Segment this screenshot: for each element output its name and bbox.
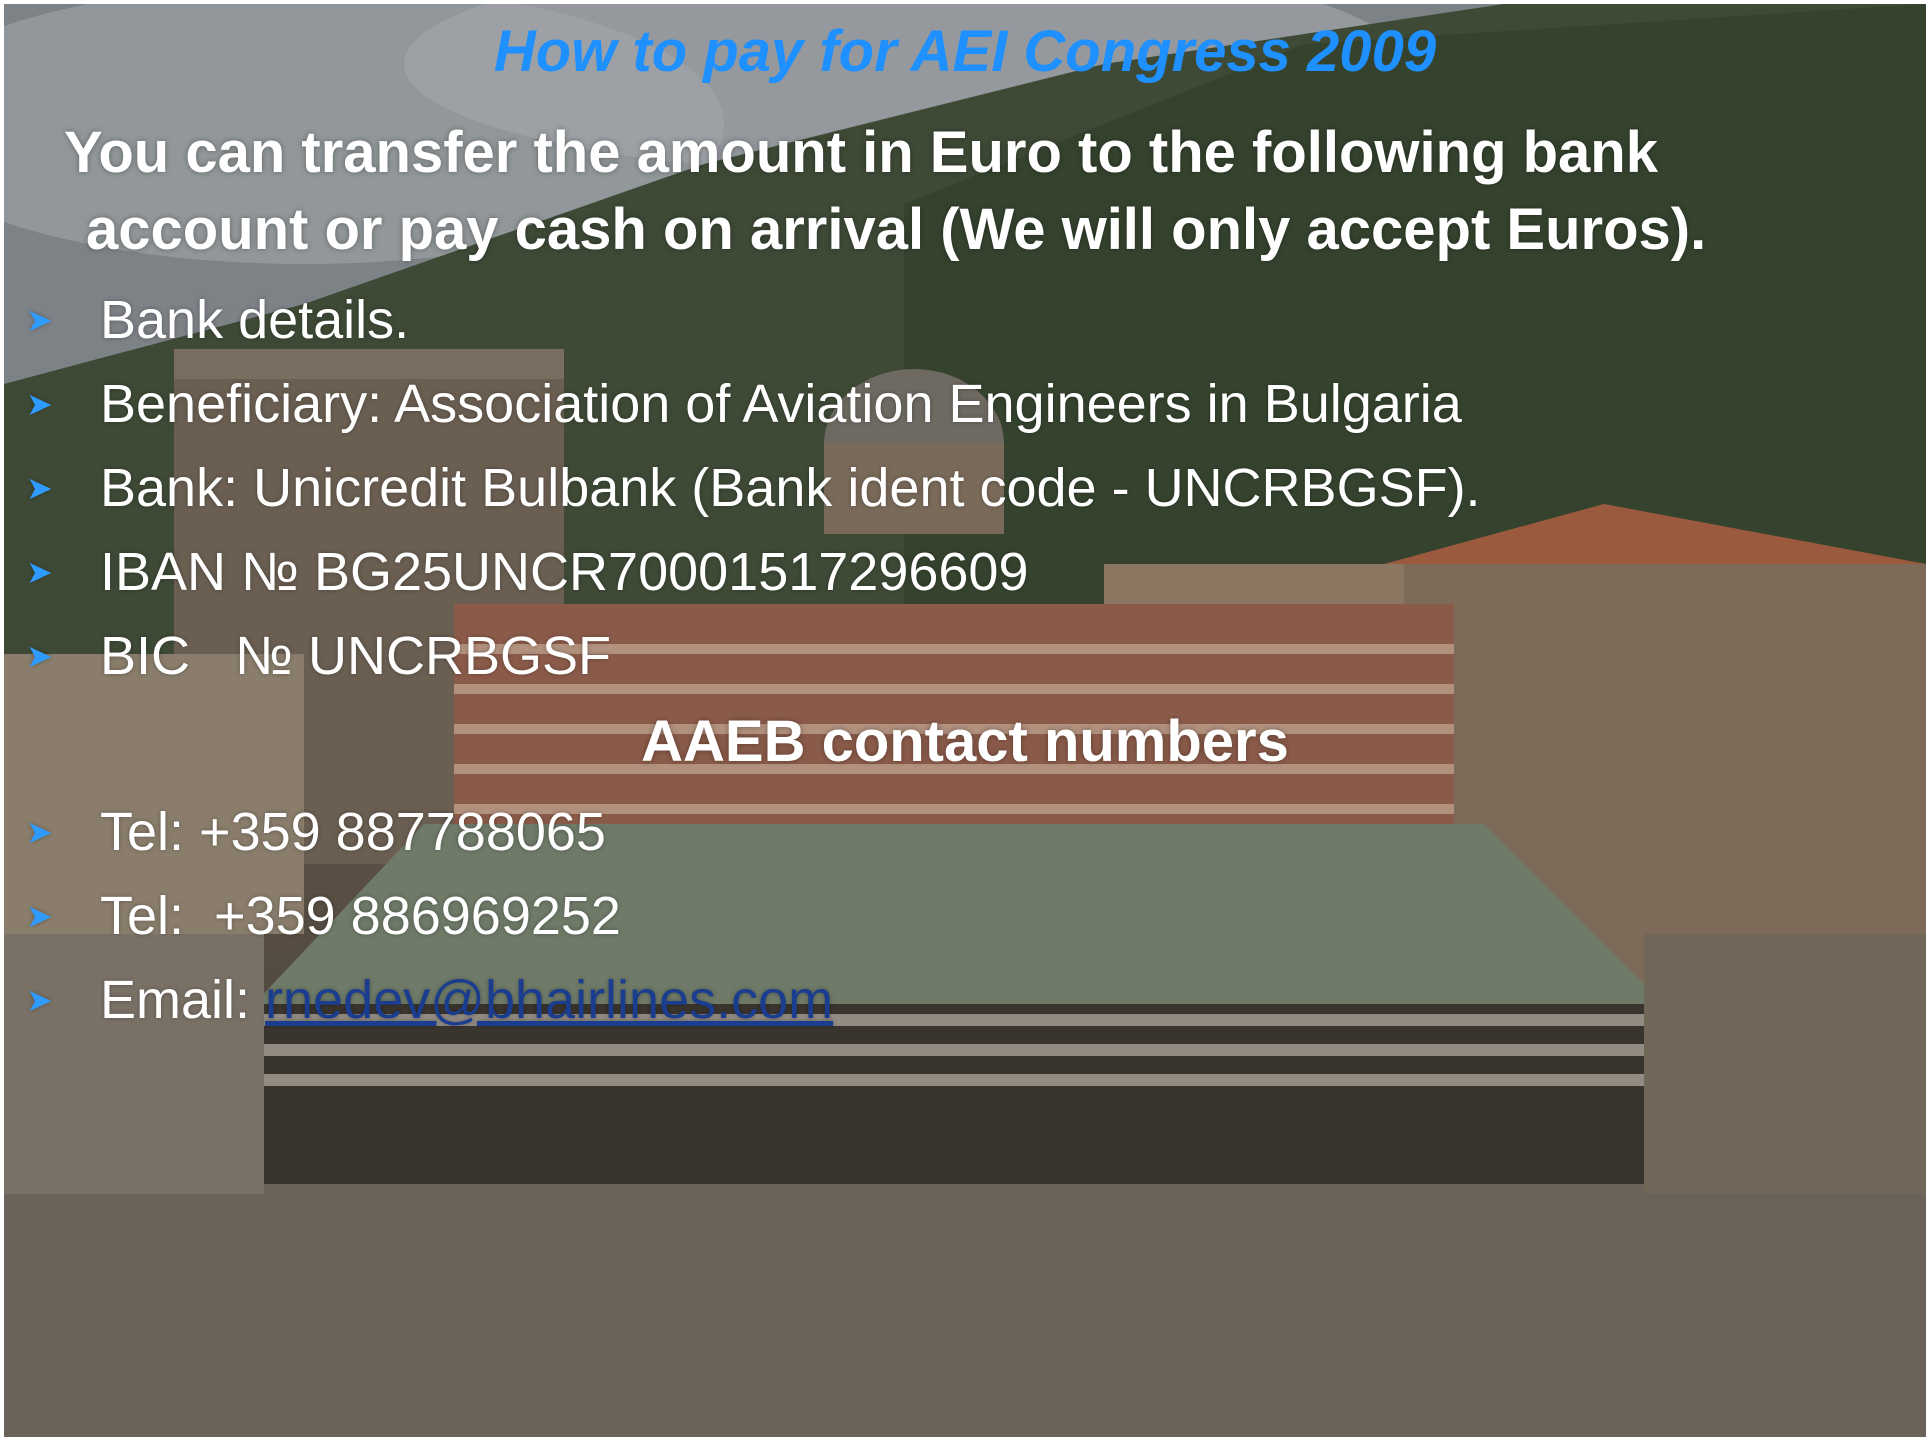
bullet-bank-details: ➤ Bank details. — [26, 288, 409, 356]
arrow-bullet-icon: ➤ — [26, 813, 53, 850]
page-title: How to pay for AEI Congress 2009 — [493, 19, 1437, 84]
bullet-email: ➤ Email: rnedev@bhairlines.com — [26, 968, 833, 1036]
contacts-heading: AAEB contact numbers — [641, 709, 1289, 774]
bullet-text: Bank: Unicredit Bulbank (Bank ident code… — [100, 458, 1481, 518]
intro-line-1: You can transfer the amount in Euro to t… — [64, 120, 1658, 185]
bullet-tel-1: ➤ Tel: +359 887788065 — [26, 800, 606, 868]
bullet-tel-2: ➤ Tel: +359 886969252 — [26, 884, 621, 952]
arrow-bullet-icon: ➤ — [26, 301, 53, 338]
bullet-beneficiary: ➤ Beneficiary: Association of Aviation En… — [26, 372, 1462, 440]
arrow-bullet-icon: ➤ — [26, 637, 53, 674]
intro-text: You can transfer the amount in Euro to t… — [64, 114, 1924, 268]
email-link[interactable]: rnedev@bhairlines.com — [265, 970, 833, 1030]
bullet-text: Beneficiary: Association of Aviation Eng… — [100, 374, 1462, 434]
arrow-bullet-icon: ➤ — [26, 981, 53, 1018]
bullet-text: IBAN № BG25UNCR70001517296609 — [100, 542, 1029, 602]
intro-line-2: account or pay cash on arrival (We will … — [86, 197, 1707, 262]
bullet-bic: ➤ BIC № UNCRBGSF — [26, 624, 611, 692]
bullet-text: Bank details. — [100, 290, 410, 350]
arrow-bullet-icon: ➤ — [26, 897, 53, 934]
bullet-text: Tel: +359 886969252 — [100, 886, 621, 946]
bullet-text: BIC № UNCRBGSF — [100, 626, 611, 686]
bullet-text: Tel: +359 887788065 — [100, 802, 606, 862]
arrow-bullet-icon: ➤ — [26, 385, 53, 422]
bullet-iban: ➤ IBAN № BG25UNCR70001517296609 — [26, 540, 1029, 608]
bullet-bank: ➤ Bank: Unicredit Bulbank (Bank ident cod… — [26, 456, 1481, 524]
slide: How to pay for AEI Congress 2009 You can… — [4, 4, 1926, 1437]
email-label: Email: — [100, 970, 266, 1030]
arrow-bullet-icon: ➤ — [26, 469, 53, 506]
arrow-bullet-icon: ➤ — [26, 553, 53, 590]
